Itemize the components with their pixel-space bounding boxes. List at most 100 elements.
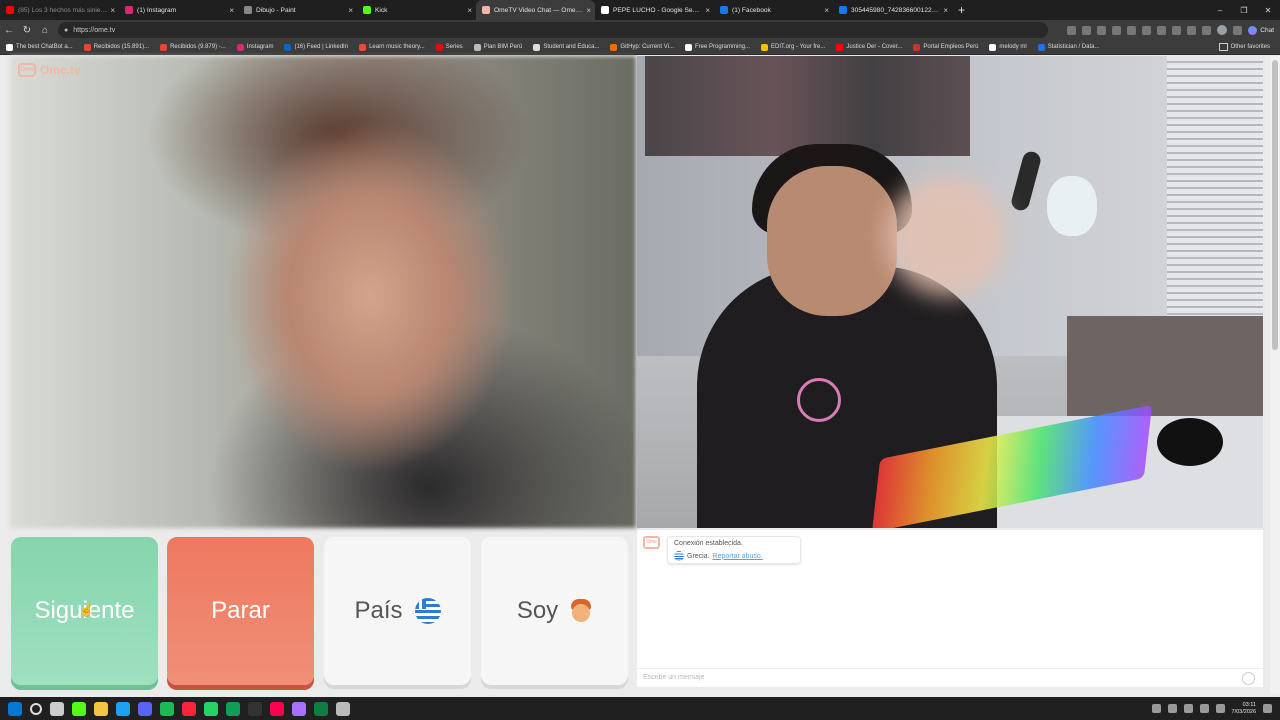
taskbar-app-icon[interactable]	[248, 701, 262, 716]
message-input[interactable]: Escribe un mensaje	[637, 668, 1263, 686]
bookmark-item[interactable]: Plan BIM Perú	[473, 43, 522, 51]
taskbar-app-icon[interactable]	[182, 701, 196, 716]
browser-tab[interactable]: (1) Instagram ×	[119, 0, 238, 20]
system-clock[interactable]: 03:11 7/03/2026	[1232, 702, 1256, 716]
country-label: País	[354, 597, 403, 624]
copilot-chat-button[interactable]: Chat	[1248, 25, 1274, 35]
browser-tab[interactable]: (1) Facebook ×	[714, 0, 833, 20]
logo-text: Ome.tv	[40, 63, 81, 77]
browser-tab[interactable]: OmeTV Video Chat — Omegle ×	[476, 0, 595, 20]
bookmark-favicon-icon	[6, 43, 13, 51]
back-icon[interactable]: ←	[0, 25, 18, 36]
video-person-hand	[887, 176, 1007, 296]
taskbar-app-icon[interactable]	[336, 701, 350, 716]
clock-date: 7/03/2026	[1231, 708, 1256, 715]
new-tab-button[interactable]: +	[958, 3, 965, 17]
camera-icon[interactable]	[1112, 25, 1122, 35]
bookmark-item[interactable]: Justice Der - Cover...	[836, 43, 902, 51]
extension-icon[interactable]	[1082, 25, 1092, 35]
bookmark-label: Recibidos (15.891)...	[93, 44, 150, 50]
gender-button[interactable]: Soy	[481, 537, 628, 685]
bookmark-item[interactable]: The best ChatBot a...	[6, 43, 73, 51]
tab-close-icon[interactable]: ×	[110, 6, 115, 15]
bookmark-item[interactable]: GitHyp: Current Vi...	[610, 43, 674, 51]
tab-close-icon[interactable]: ×	[467, 6, 472, 15]
taskbar-app-icon[interactable]	[204, 701, 218, 716]
tab-title: PEPE LUCHO - Google Search	[613, 6, 703, 14]
taskbar-app-icon[interactable]	[226, 701, 240, 716]
taskbar-app-icon[interactable]	[292, 701, 306, 716]
bookmark-item[interactable]: Recibidos (15.891)...	[83, 43, 150, 51]
taskbar-app-icon[interactable]	[138, 701, 152, 716]
download-icon[interactable]	[1187, 25, 1197, 35]
bookmark-item[interactable]: Statistician / Data...	[1037, 43, 1099, 51]
network-icon[interactable]	[1183, 704, 1193, 713]
star-icon[interactable]	[1097, 25, 1107, 35]
search-icon[interactable]	[30, 702, 42, 715]
profile-avatar[interactable]	[1217, 25, 1228, 35]
notifications-icon[interactable]	[1263, 704, 1272, 713]
bookmark-item[interactable]: Instagram	[236, 43, 273, 51]
scrollbar-thumb[interactable]	[1272, 60, 1278, 350]
taskbar-app-icon[interactable]	[314, 701, 328, 716]
bookmark-item[interactable]: Learn music theory...	[359, 43, 425, 51]
reload-icon[interactable]: ↻	[18, 25, 36, 36]
taskbar-app-icon[interactable]	[116, 701, 130, 716]
tab-close-icon[interactable]: ×	[586, 6, 591, 15]
bookmark-item[interactable]: (16) Feed | LinkedIn	[284, 43, 348, 51]
taskbar-app-icon[interactable]	[72, 701, 86, 716]
extension-icon[interactable]	[1142, 25, 1152, 35]
report-abuse-link[interactable]: Reportar abuso.	[713, 553, 763, 560]
taskbar-app-icon[interactable]	[50, 701, 64, 716]
tab-close-icon[interactable]: ×	[943, 6, 948, 15]
taskbar-app-icon[interactable]	[94, 701, 108, 716]
connection-status: Conexión establecida.	[674, 540, 743, 547]
bookmark-item[interactable]: Recibidos (9.879) -...	[160, 43, 226, 51]
country-button[interactable]: País	[324, 537, 471, 685]
volume-icon[interactable]	[1215, 704, 1225, 713]
tab-close-icon[interactable]: ×	[824, 6, 829, 15]
other-favorites[interactable]: Other favorites	[1218, 43, 1270, 51]
history-icon[interactable]	[1172, 25, 1182, 35]
more-icon[interactable]	[1233, 25, 1243, 35]
bookmark-item[interactable]: Student and Educa...	[533, 43, 599, 51]
bookmark-item[interactable]: Portal Empleos Perú	[913, 43, 978, 51]
tab-strip: (85) Los 3 hechos más siniestros q×(1) I…	[0, 0, 1280, 20]
emoji-icon[interactable]	[1242, 672, 1255, 685]
tab-close-icon[interactable]: ×	[705, 6, 710, 15]
chevron-up-icon[interactable]	[1151, 704, 1161, 713]
bookmark-favicon-icon	[684, 43, 692, 51]
browser-tab[interactable]: PEPE LUCHO - Google Search ×	[595, 0, 714, 20]
address-bar[interactable]: ● https://ome.tv	[58, 22, 1048, 38]
tab-close-icon[interactable]: ×	[348, 6, 353, 15]
collections-icon[interactable]	[1202, 25, 1212, 35]
favorites-icon[interactable]	[1157, 25, 1167, 35]
browser-tab[interactable]: Kick ×	[357, 0, 476, 20]
extension-icon[interactable]	[1127, 25, 1137, 35]
bookmark-item[interactable]: EDIT.org - Your fre...	[761, 43, 825, 51]
browser-tab[interactable]: 305445980_742836600122894_58×	[833, 0, 952, 20]
wifi-icon[interactable]	[1199, 704, 1209, 713]
video-shirt-logo	[797, 378, 841, 422]
bookmark-item[interactable]: melody ml	[989, 43, 1027, 51]
browser-tab[interactable]: (85) Los 3 hechos más siniestros q×	[0, 0, 119, 20]
close-icon[interactable]: ✕	[1256, 6, 1280, 15]
url-text: https://ome.tv	[73, 26, 116, 34]
taskbar-app-icon[interactable]	[160, 701, 174, 716]
site-logo[interactable]: Ome Ome.tv	[18, 63, 81, 77]
tab-title: OmeTV Video Chat — Omegle	[494, 6, 584, 14]
bookmark-item[interactable]: Free Programming...	[684, 43, 750, 51]
stop-label: Parar	[211, 597, 270, 624]
stop-button[interactable]: Parar	[167, 537, 314, 685]
browser-tab[interactable]: Dibujo - Paint ×	[238, 0, 357, 20]
home-icon[interactable]: ⌂	[36, 25, 54, 36]
start-button-icon[interactable]	[8, 701, 22, 716]
tab-close-icon[interactable]: ×	[229, 6, 234, 15]
extension-icon[interactable]	[1067, 25, 1077, 35]
restore-icon[interactable]: ❐	[1232, 6, 1256, 15]
bookmark-label: GitHyp: Current Vi...	[620, 44, 674, 50]
minimize-icon[interactable]: –	[1208, 6, 1232, 15]
taskbar-app-icon[interactable]	[270, 701, 284, 716]
bookmark-item[interactable]: Series	[435, 43, 463, 51]
microphone-icon[interactable]	[1167, 704, 1177, 713]
